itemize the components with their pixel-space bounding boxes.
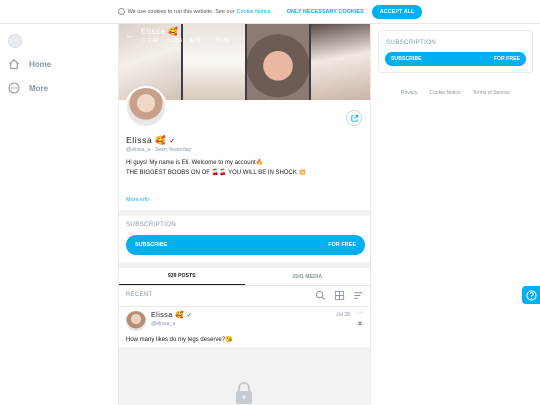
more-info-link[interactable]: More info bbox=[126, 197, 149, 203]
main-column: ← Elissa 🥰 ▢ 2.4K ▭ 153 ◉ 11 ♡ 77.7K Eli… bbox=[118, 24, 371, 405]
footer-link-cookie-notice[interactable]: Cookie Notice bbox=[430, 90, 461, 96]
videos-count: ▭ 153 bbox=[166, 38, 182, 44]
bio-line: Hi guys! My name is Eli. Welcome to my a… bbox=[126, 160, 264, 166]
streams-count: ◉ 11 bbox=[188, 38, 202, 44]
profile-name: Elissa 🥰 ✓ bbox=[126, 135, 176, 145]
subscription-title: SUBSCRIPTION bbox=[126, 221, 177, 228]
cover-stats: ▢ 2.4K ▭ 153 ◉ 11 ♡ 77.7K bbox=[141, 38, 229, 44]
grid-icon[interactable] bbox=[334, 290, 345, 301]
subscribe-label: SUBSCRIBE bbox=[391, 56, 422, 62]
post-menu-icon[interactable]: ··· bbox=[357, 309, 364, 316]
subscribe-price: FOR FREE bbox=[493, 56, 520, 62]
verified-icon: ✓ bbox=[186, 313, 193, 319]
photos-count: ▢ 2.4K bbox=[141, 38, 160, 44]
lock-icon bbox=[236, 382, 252, 404]
subscribe-price: FOR FREE bbox=[328, 242, 356, 248]
help-button[interactable] bbox=[522, 286, 540, 304]
post-text: How many likes do my legs deserve?😘 bbox=[126, 337, 233, 343]
info-icon: i bbox=[117, 8, 125, 15]
home-icon bbox=[9, 59, 19, 70]
only-necessary-cookies-button[interactable]: ONLY NECESSARY COOKIES bbox=[287, 9, 364, 15]
search-icon[interactable] bbox=[315, 290, 326, 301]
footer-links: Privacy Cookie Notice Terms of Service bbox=[378, 90, 533, 96]
sidebar-item-home[interactable]: Home bbox=[8, 58, 51, 70]
subscription-title: SUBSCRIPTION bbox=[386, 39, 437, 46]
accept-all-button[interactable]: ACCEPT ALL bbox=[371, 4, 423, 19]
footer-link-terms[interactable]: Terms of Service bbox=[473, 90, 510, 96]
user-avatar[interactable] bbox=[8, 34, 22, 48]
subscribe-button-right[interactable]: SUBSCRIBE FOR FREE bbox=[385, 52, 526, 66]
profile-handle: @elissa_a · Seen Yesterday bbox=[126, 147, 192, 153]
verified-icon: ✓ bbox=[169, 138, 176, 145]
post-date: Jul 28 bbox=[336, 312, 350, 318]
divider bbox=[119, 306, 370, 307]
sidebar-item-label: Home bbox=[29, 59, 52, 69]
share-button[interactable] bbox=[346, 110, 362, 126]
sort-icon[interactable] bbox=[353, 290, 364, 301]
post-handle: @elissa_a bbox=[151, 321, 176, 327]
likes-count: ♡ 77.7K bbox=[208, 38, 229, 44]
cover-photo bbox=[183, 24, 245, 100]
more-icon bbox=[8, 82, 20, 94]
post-author[interactable]: Elissa 🥰 ✓ bbox=[151, 311, 192, 319]
divider bbox=[119, 210, 370, 216]
bio-line: THE BIGGEST BOOBS ON OF 🍒🍒 YOU WILL BE I… bbox=[126, 170, 306, 176]
cover-photo bbox=[247, 24, 309, 100]
footer-link-privacy[interactable]: Privacy bbox=[401, 90, 417, 96]
page: i We use cookies to run this website. Se… bbox=[0, 0, 540, 405]
right-subscription-card: SUBSCRIPTION SUBSCRIBE FOR FREE bbox=[378, 30, 533, 73]
cookie-text: We use cookies to run this website. See … bbox=[127, 8, 235, 15]
share-icon bbox=[350, 114, 358, 122]
subscribe-button[interactable]: SUBSCRIBE FOR FREE bbox=[126, 235, 365, 255]
profile-tabs: 939 POSTS 2541 MEDIA bbox=[119, 268, 370, 286]
tab-media[interactable]: 2541 MEDIA bbox=[245, 268, 371, 285]
cookie-notice-link[interactable]: Cookie Notice bbox=[236, 9, 270, 15]
cover-title: Elissa 🥰 bbox=[141, 27, 179, 36]
tab-posts[interactable]: 939 POSTS bbox=[119, 268, 245, 285]
cover-photo bbox=[311, 24, 370, 100]
post-avatar[interactable] bbox=[126, 311, 146, 331]
subscribe-label: SUBSCRIBE bbox=[135, 242, 168, 248]
back-arrow-icon[interactable]: ← bbox=[125, 30, 134, 40]
profile-avatar[interactable] bbox=[125, 86, 167, 128]
feed-tools bbox=[315, 290, 364, 301]
pin-icon bbox=[357, 321, 363, 327]
sidebar-item-more[interactable]: More bbox=[8, 82, 48, 94]
sidebar-item-label: More bbox=[29, 83, 49, 93]
help-icon bbox=[525, 289, 537, 301]
cookie-banner: i We use cookies to run this website. Se… bbox=[0, 0, 540, 24]
feed-section-title: RECENT bbox=[126, 292, 153, 298]
last-seen: Seen Yesterday bbox=[154, 147, 192, 153]
